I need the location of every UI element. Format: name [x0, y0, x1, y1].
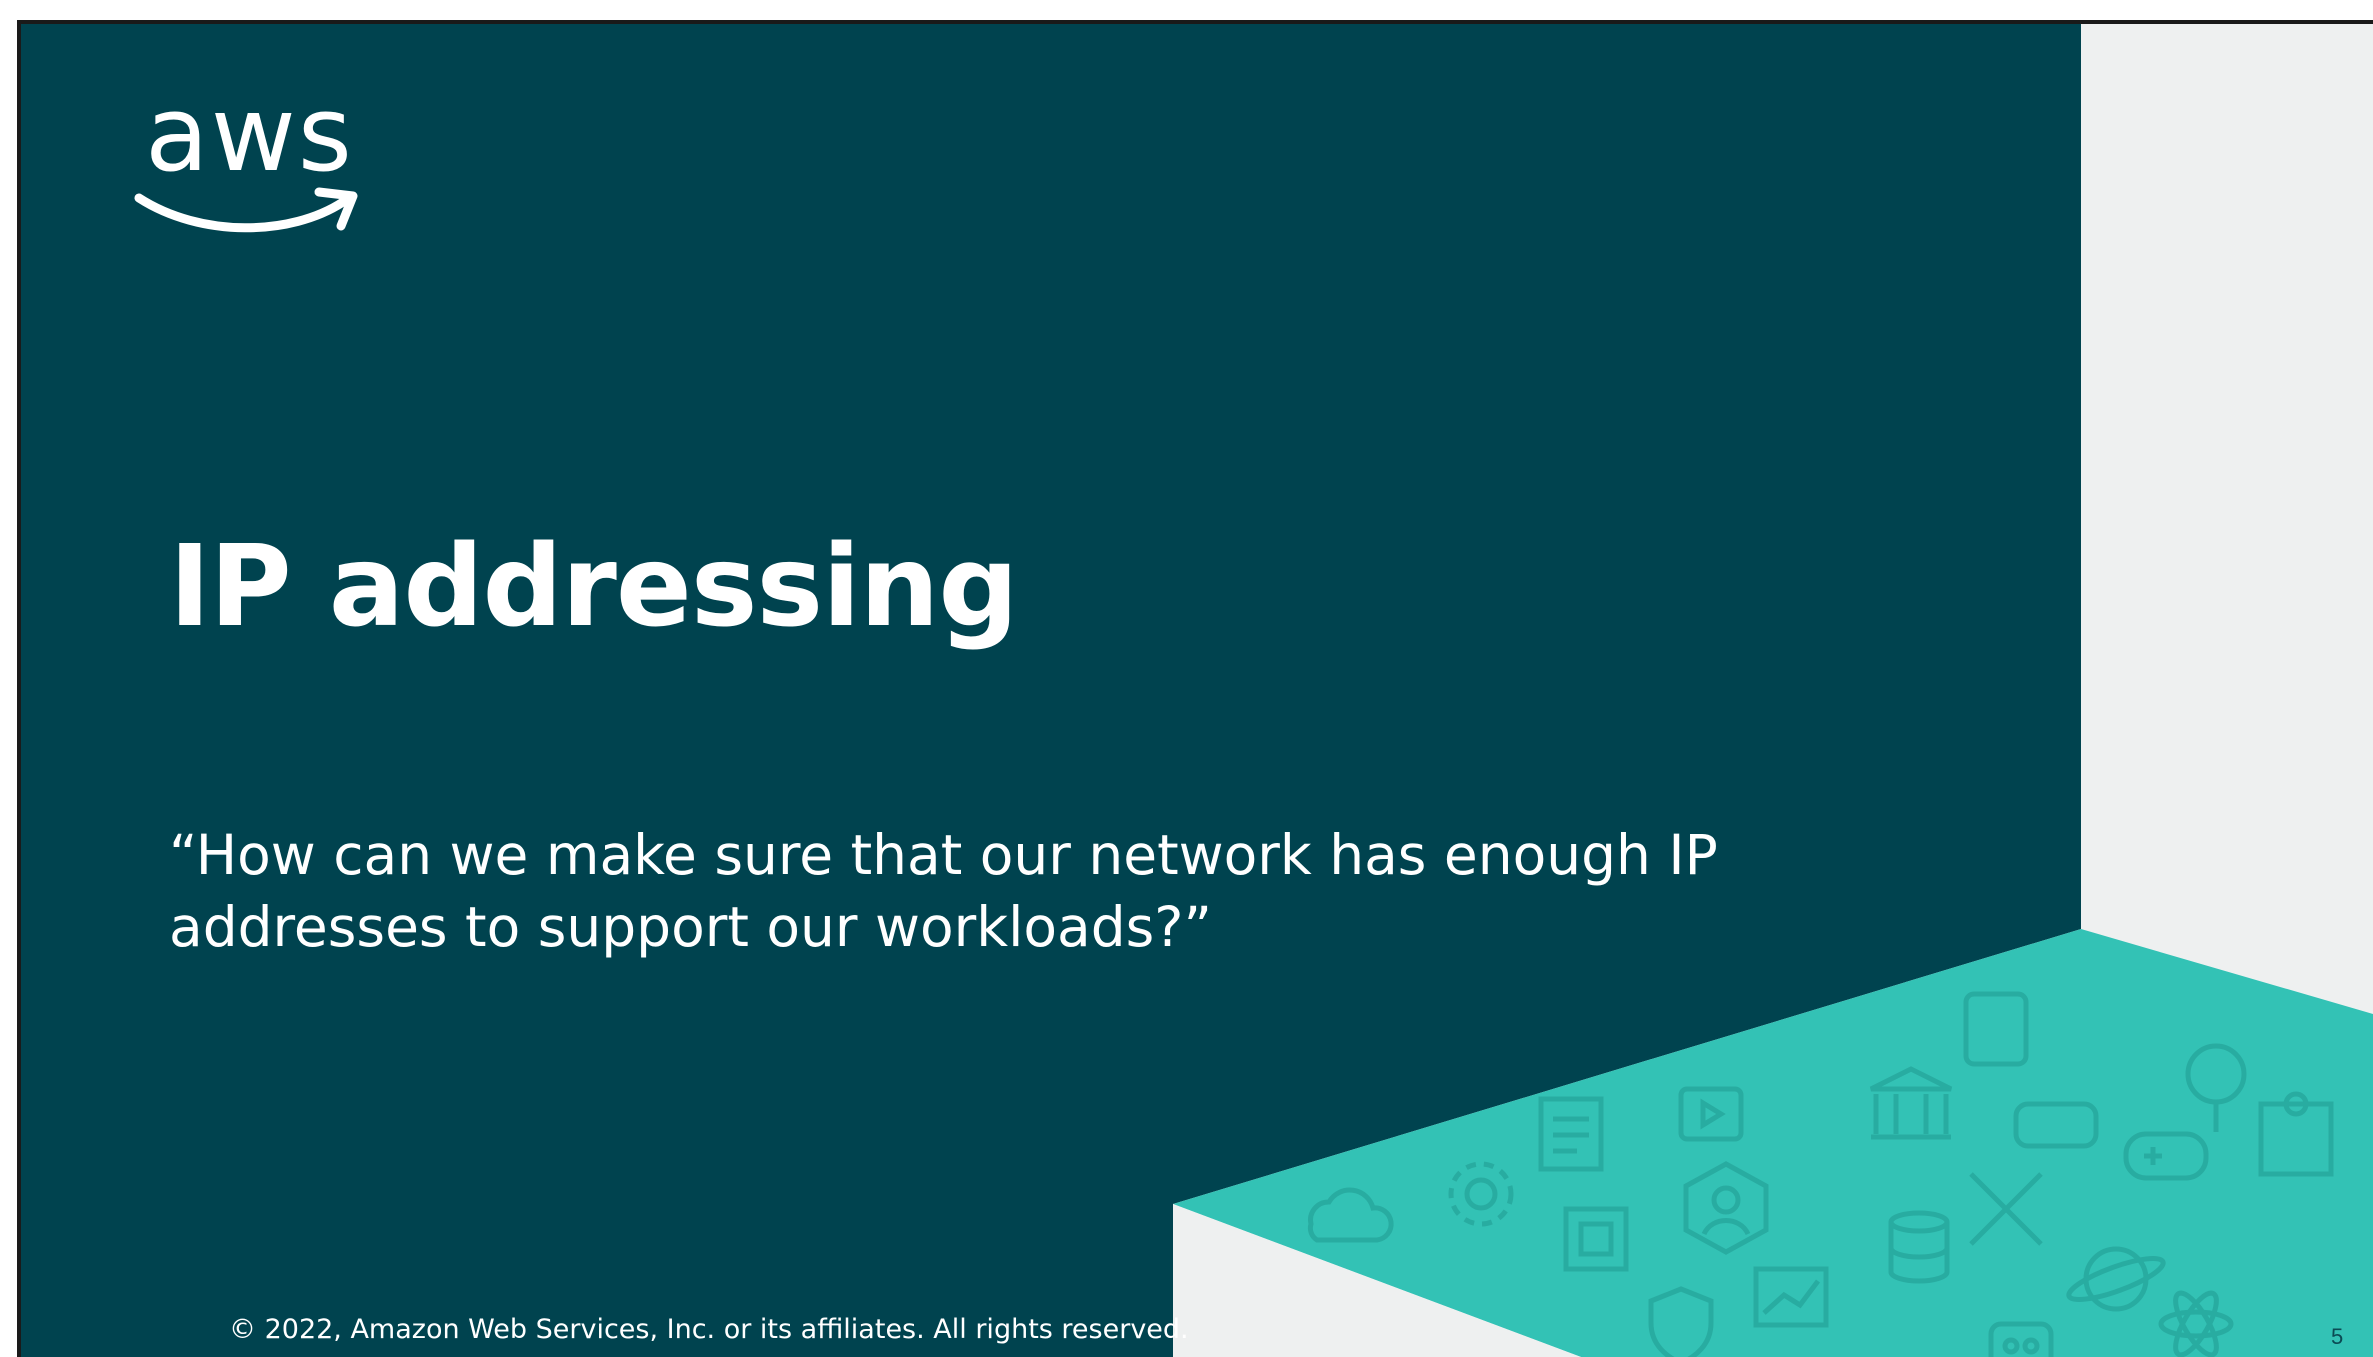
slide-quote: “How can we make sure that our network h…: [169, 823, 1718, 959]
page-number: 5: [2331, 1324, 2344, 1349]
robot-icon: [1988, 1321, 2054, 1357]
gear-icon: [1448, 1161, 1514, 1227]
database-icon: [1888, 1210, 1950, 1284]
chart-icon: [1753, 1266, 1829, 1328]
tree-icon: [2185, 1043, 2247, 1132]
slide: aws IP addressing “How can we make sure …: [17, 20, 2373, 1357]
chip-icon: [1563, 1206, 1629, 1272]
aws-smile-icon: [134, 187, 358, 233]
globe-icon: [2066, 1246, 2166, 1312]
gamepad-icon: [2123, 1131, 2209, 1181]
cloud-icon: [1307, 1187, 1394, 1243]
bank-icon: [1869, 1066, 1953, 1140]
slide-title: IP addressing: [169, 522, 1018, 652]
aws-logo-text: aws: [145, 73, 354, 195]
document-icon: [1538, 1096, 1604, 1172]
tools-icon: [1969, 1172, 2043, 1246]
copyright-notice: © 2022, Amazon Web Services, Inc. or its…: [229, 1314, 1189, 1345]
user-icon: [1683, 1161, 1769, 1255]
vr-headset-icon: [2013, 1101, 2099, 1149]
atom-icon: [2158, 1290, 2234, 1357]
aws-logo: aws: [131, 82, 371, 252]
puzzle-icon: [2258, 1091, 2334, 1177]
shield-icon: [1648, 1286, 1714, 1357]
video-icon: [1678, 1086, 1744, 1142]
icon-pattern: [1307, 991, 2334, 1357]
device-icon: [1963, 991, 2029, 1067]
